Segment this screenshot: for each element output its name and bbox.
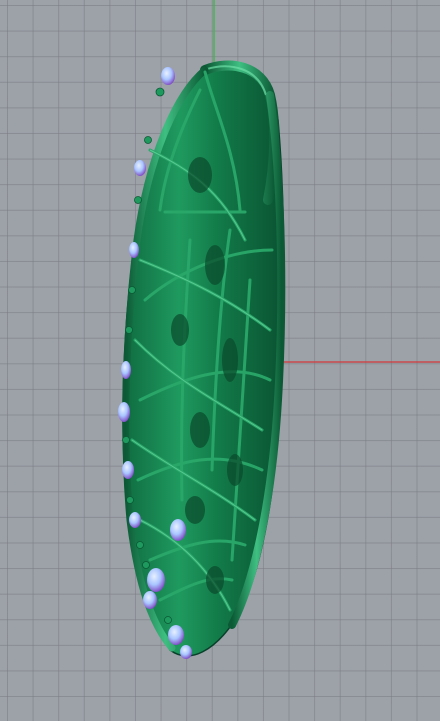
gem xyxy=(147,568,165,592)
gem xyxy=(122,461,134,479)
gem xyxy=(143,591,157,609)
gem xyxy=(129,242,139,258)
gem xyxy=(134,160,146,176)
gem xyxy=(118,402,130,422)
3d-viewport[interactable] xyxy=(0,0,440,721)
gem xyxy=(168,625,184,645)
gem xyxy=(121,361,131,379)
gem xyxy=(180,645,192,659)
gem xyxy=(170,519,186,541)
gem xyxy=(161,67,175,85)
pendant-model[interactable] xyxy=(118,60,286,659)
viewport-scene xyxy=(118,0,440,659)
gem xyxy=(129,512,141,528)
